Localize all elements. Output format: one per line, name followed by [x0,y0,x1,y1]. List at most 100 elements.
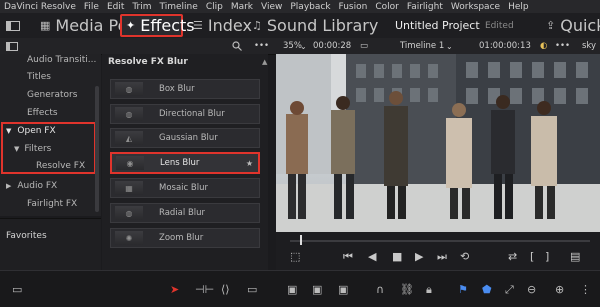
export-icon: ⇪ [546,19,556,32]
play-icon[interactable]: ▶ [415,250,423,263]
clip-name: sky [582,41,597,51]
trim-tool-icon[interactable]: ⊣⊢ [195,283,214,296]
fx-item-box-blur[interactable]: ◍ Box Blur [110,79,260,99]
fx-item-label: Mosaic Blur [159,183,208,193]
menu-color[interactable]: Color [375,2,399,12]
index-button[interactable]: ☰ Index [193,13,252,38]
menu-help[interactable]: Help [508,2,529,12]
category-titles[interactable]: Titles [0,68,100,85]
category-audio-fx[interactable]: ▶ Audio FX [0,177,100,194]
link-icon[interactable]: ⛓ [400,283,414,296]
fx-item-directional-blur[interactable]: ◍ Directional Blur [110,104,260,124]
menu-playback[interactable]: Playback [290,2,330,12]
reverse-play-icon[interactable]: ◀ [368,250,376,263]
category-fairlight-fx[interactable]: Fairlight FX [0,195,100,212]
in-point-icon[interactable]: [ [530,250,534,263]
category-effects[interactable]: Effects [0,104,100,121]
marker-icon[interactable]: ⬟ [482,283,492,296]
loop-icon[interactable]: ⟲ [460,250,469,263]
open-fx-label: Open FX [17,125,56,136]
music-icon: ♫ [252,19,262,32]
fx-item-gaussian-blur[interactable]: ◭ Gaussian Blur [110,128,260,148]
video-viewer[interactable] [276,54,600,232]
sound-library-button[interactable]: ♫ Sound Library [252,13,378,38]
chevron-down-icon: ▼ [6,126,12,135]
media-pool-icon: ▦ [40,19,51,32]
quick-export-button[interactable]: ⇪ Quick Ex [546,13,600,38]
category-filters[interactable]: ▼ Filters [0,140,100,157]
blur-thumbnail-icon: ◭ [115,131,143,145]
zoom-in-icon[interactable]: ⊕ [555,283,564,296]
timeline-options-icon[interactable]: ⋮ [580,283,591,296]
replace-clip-icon[interactable]: ▣ [338,283,348,296]
fx-item-label: Gaussian Blur [159,133,218,143]
safe-area-icon[interactable]: ⬚ [290,250,300,263]
menu-file[interactable]: File [84,2,99,12]
fx-item-label: Lens Blur [160,158,200,168]
record-timecode: 01:00:00:13 [479,41,531,51]
flag-icon[interactable]: ⚑ [458,283,468,296]
fx-item-label: Radial Blur [159,208,206,218]
menu-clip[interactable]: Clip [206,2,223,12]
playhead[interactable] [300,235,302,245]
menu-fusion[interactable]: Fusion [339,2,368,12]
viewer-mode-icon[interactable]: ▭ [360,38,368,54]
chevron-down-icon: ▼ [14,144,20,153]
collapse-up-icon[interactable]: ▲ [262,58,267,68]
go-to-start-icon[interactable]: ⏮ [343,250,353,264]
menu-timeline[interactable]: Timeline [160,2,198,12]
panel-toggle-icon[interactable] [6,13,20,38]
category-resolve-fx[interactable]: Resolve FX [0,157,100,174]
favorite-star-icon[interactable]: ★ [246,159,253,168]
fx-item-radial-blur[interactable]: ◍ Radial Blur [110,203,260,223]
fx-item-mosaic-blur[interactable]: ▦ Mosaic Blur [110,178,260,198]
menu-fairlight[interactable]: Fairlight [407,2,443,12]
menu-davinci-resolve[interactable]: DaVinci Resolve [4,2,76,12]
out-point-icon[interactable]: ] [545,250,549,263]
fx-item-label: Directional Blur [159,109,225,119]
blade-tool-icon[interactable]: ▭ [247,283,257,296]
insert-clip-icon[interactable]: ▣ [287,283,297,296]
timeline-dropdown-icon[interactable]: ⌄ [446,38,453,54]
category-generators[interactable]: Generators [0,86,100,103]
lock-icon[interactable]: 🔒︎ [426,283,432,297]
fx-item-lens-blur[interactable]: ◉ Lens Blur ★ [110,152,260,174]
blur-thumbnail-icon: ◍ [115,206,143,220]
dynamic-trim-icon[interactable]: ⟨⟩ [221,283,230,296]
color-wheel-icon[interactable]: ◐ [540,38,547,54]
project-title: Untitled Project [395,19,480,32]
zoom-dropdown-icon[interactable]: ⌄ [300,38,307,54]
go-to-end-icon[interactable]: ⏭ [437,250,447,264]
zoom-out-icon[interactable]: ⊖ [527,283,536,296]
fx-item-zoom-blur[interactable]: ✺ Zoom Blur [110,228,260,248]
overwrite-clip-icon[interactable]: ▤ [570,250,580,263]
overwrite-icon[interactable]: ▣ [312,283,322,296]
fx-group-header: Resolve FX Blur [108,57,188,67]
menu-edit[interactable]: Edit [107,2,124,12]
snapping-icon[interactable]: ∩ [376,283,384,296]
category-scrollbar[interactable] [95,86,99,212]
stop-icon[interactable]: ■ [392,250,402,263]
scrub-bar[interactable] [290,240,590,242]
fx-item-label: Box Blur [159,84,195,94]
timeline-view-icon[interactable]: ▭ [12,283,22,296]
category-audio-transitions[interactable]: Audio Transiti... [0,51,100,68]
more-viewer-options-icon[interactable]: ••• [555,38,570,54]
menu-view[interactable]: View [261,2,282,12]
effects-button[interactable]: ✦ Effects [120,14,195,37]
search-icon[interactable] [232,38,242,54]
menu-trim[interactable]: Trim [132,2,151,12]
position-lock-icon[interactable]: ⤢ [505,283,514,297]
chevron-right-icon: ▶ [6,181,12,190]
menu-mark[interactable]: Mark [231,2,253,12]
more-options-icon[interactable]: ••• [254,38,269,54]
category-open-fx[interactable]: ▼ Open FX [0,122,100,139]
index-label: Index [207,16,252,35]
timeline-name[interactable]: Timeline 1 [400,38,444,54]
menu-workspace[interactable]: Workspace [451,2,500,12]
source-timecode: 00:00:28 [313,41,352,51]
effects-list-panel: Resolve FX Blur ▲ ◍ Box Blur ◍ Direction… [102,54,268,270]
selection-tool-icon[interactable]: ➤ [170,283,179,296]
match-frame-icon[interactable]: ⇄ [508,250,517,263]
quick-export-label: Quick Ex [560,16,600,35]
